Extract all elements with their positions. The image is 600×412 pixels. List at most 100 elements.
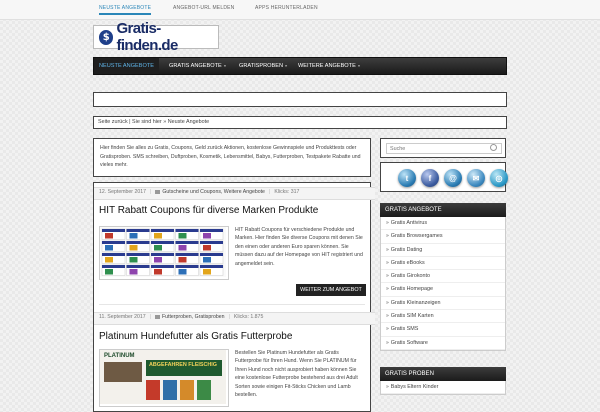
coupon-tile-band [175,229,199,232]
coupon-grid-image [100,227,226,277]
nav-item-weitere[interactable]: WEITERE ANGEBOTE» [293,58,365,74]
sidebar-item[interactable]: » Gratis SMS [381,323,505,337]
mail-icon[interactable]: ✉ [467,169,485,187]
bullet-icon: » [386,326,389,333]
coupon-product [105,257,113,263]
sidebar-item[interactable]: » Gratis Software [381,337,505,350]
post-divider [99,304,365,305]
nav-item-gratisproben[interactable]: GRATISPROBEN» [234,58,292,74]
nav-item-label: WEITERE ANGEBOTE [298,63,356,69]
site-logo[interactable]: $ Gratis-finden.de [93,20,219,54]
coupon-product [129,269,138,275]
post-meta: 11. September 2017 | Futterproben, Gratisp… [94,312,375,325]
sidebar-item-label: Gratis Browsergames [390,233,443,240]
dog-photo [104,362,142,382]
post-thumbnail[interactable] [99,226,229,280]
bullet-icon: » [386,273,389,280]
coupon-product [105,245,113,251]
nav-item-label: NEUSTE ANGEBOTE [99,63,155,69]
coupon-tile-band [200,265,223,268]
twitter-icon[interactable]: t [398,169,416,187]
top-link-melden[interactable]: ANGEBOT-URL MELDEN [173,5,234,11]
coupon-product [129,245,138,251]
top-link-apps[interactable]: APPS HERUNTERLADEN [255,5,318,11]
search-input[interactable] [386,143,502,154]
coupon-tile-band [151,229,174,232]
bullet-icon: » [386,259,389,266]
coupon-tile-band [102,253,125,256]
coupon-tile-band [102,265,125,268]
food-pack-1 [146,380,160,400]
coupon-tile-band [175,241,199,244]
coupon-product [178,269,187,275]
coupon-product [154,233,162,239]
sidebar-item-label: Gratis Dating [390,246,423,253]
post-date: 12. September 2017 [99,189,147,195]
coupon-tile-band [126,265,150,268]
breadcrumb: Seite zurück | Sie sind hier » Neuste An… [93,116,507,129]
chevron-right-icon: » [285,63,288,68]
top-link-neuste[interactable]: NEUSTE ANGEBOTE [99,5,152,15]
bullet-icon: » [386,246,389,253]
coupon-product [203,233,211,239]
food-pack-2 [163,380,177,400]
post-meta: 12. September 2017 | Gutscheine und Coupon… [94,187,375,200]
sidebar-item-label: Gratis Girokonto [390,273,431,280]
sidebar-item-label: Gratis Software [390,339,428,346]
sidebar-item-label: Gratis eBooks [390,259,425,266]
folder-icon [155,189,161,194]
rss-icon[interactable]: ◎ [490,169,508,187]
facebook-icon[interactable]: f [421,169,439,187]
sidebar-item-label: Gratis SMS [390,326,419,333]
sidebar-item[interactable]: » Babys Eltern Kinder [381,381,505,395]
coupon-product [178,257,187,263]
sidebar-item[interactable]: » Gratis Antivirus [381,217,505,231]
widget-list: » Babys Eltern Kinder [380,381,506,396]
sidebar-item[interactable]: » Gratis Girokonto [381,270,505,284]
post-thumbnail[interactable]: PLATINUM ABGEFAHREN FLEISCHIG [99,349,229,407]
widget-gratis-angebote: GRATIS ANGEBOTE » Gratis Antivirus » Grati… [380,203,506,351]
bullet-icon: » [386,384,389,390]
ad-banner-box [93,92,507,107]
thumb-banner: ABGEFAHREN FLEISCHIG [146,360,222,376]
sidebar-item[interactable]: » Gratis Homepage [381,283,505,297]
nav-item-neuste[interactable]: NEUSTE ANGEBOTE [94,58,160,74]
food-pack-4 [197,380,211,400]
bullet-icon: » [386,313,389,320]
sidebar-item[interactable]: » Gratis Kleinanzeigen [381,297,505,311]
post-title[interactable]: Platinum Hundefutter als Gratis Futterpr… [99,331,292,342]
chevron-right-icon: » [357,63,361,68]
post-categories[interactable]: Gutscheine und Coupons, Weitere Angebote [162,189,265,195]
sidebar-item[interactable]: » Gratis SIM Karten [381,310,505,324]
folder-icon [154,314,160,319]
dollar-coin-icon: $ [99,29,114,45]
sidebar-item[interactable]: » Gratis eBooks [381,257,505,271]
coupon-tile-band [102,241,125,244]
coupon-tile-band [200,229,223,232]
coupon-tile-band [151,253,174,256]
hundefutter-image: PLATINUM ABGEFAHREN FLEISCHIG [100,350,226,404]
search-icon[interactable] [490,144,497,151]
coupon-product [178,245,187,251]
coupon-product [154,257,162,263]
coupon-tile-band [175,253,199,256]
widget-title: GRATIS ANGEBOTE [380,203,506,217]
nav-item-label: GRATIS ANGEBOTE [169,63,222,69]
sidebar-item[interactable]: » Gratis Browsergames [381,230,505,244]
more-button[interactable]: WEITER ZUM ANGEBOT [296,284,366,296]
coupon-tile-band [126,241,150,244]
nav-item-gratis-angebote[interactable]: GRATIS ANGEBOTE» [164,58,231,74]
coupon-product [154,269,162,275]
bullet-icon: » [386,286,389,293]
email-icon[interactable]: @ [444,169,462,187]
logo-text: Gratis-finden.de [116,20,178,54]
post-title[interactable]: HIT Rabatt Coupons für diverse Marken Pr… [99,205,318,216]
bullet-icon: » [386,220,389,226]
sidebar-item[interactable]: » Gratis Dating [381,244,505,257]
thumb-brand: PLATINUM [104,353,135,359]
coupon-tile-band [175,265,199,268]
coupon-tile-band [126,229,150,232]
post-categories[interactable]: Futterproben, Gratisproben [162,314,225,320]
bullet-icon: » [386,299,389,306]
post-date: 11. September 2017 [99,314,146,320]
